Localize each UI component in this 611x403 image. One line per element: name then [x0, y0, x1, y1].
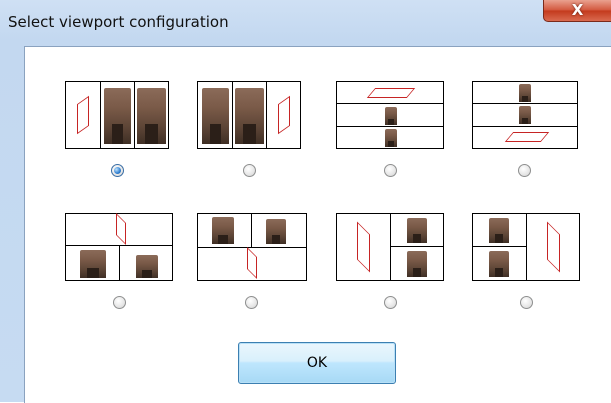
- building-thumbnail-icon: [80, 250, 106, 278]
- layout-option-1[interactable]: [65, 81, 169, 191]
- parallelogram-plane-icon: [357, 221, 370, 273]
- layout-preview: [197, 213, 307, 281]
- building-thumbnail-icon: [519, 84, 531, 102]
- parallelogram-plane-icon: [278, 95, 290, 135]
- parallelogram-plane-icon: [77, 95, 89, 135]
- layout-radio-8[interactable]: [520, 296, 533, 309]
- layout-option-3[interactable]: [336, 81, 444, 191]
- building-thumbnail-icon: [235, 88, 264, 144]
- building-thumbnail-icon: [104, 88, 131, 144]
- layout-radio-3[interactable]: [384, 164, 397, 177]
- close-icon: X: [571, 1, 584, 19]
- building-thumbnail-icon: [137, 88, 166, 144]
- layout-radio-6[interactable]: [245, 296, 258, 309]
- layout-radio-5[interactable]: [113, 296, 126, 309]
- building-thumbnail-icon: [385, 107, 397, 125]
- close-button[interactable]: X: [543, 0, 611, 22]
- layout-preview: [336, 213, 444, 281]
- building-thumbnail-icon: [266, 219, 286, 244]
- building-thumbnail-icon: [202, 88, 229, 144]
- building-thumbnail-icon: [407, 218, 427, 243]
- building-thumbnail-icon: [385, 129, 397, 147]
- building-thumbnail-icon: [519, 106, 531, 124]
- layout-preview: [65, 81, 169, 149]
- layout-radio-7[interactable]: [384, 296, 397, 309]
- layout-radio-1[interactable]: [111, 164, 124, 177]
- layout-preview: [336, 81, 444, 149]
- layout-radio-2[interactable]: [243, 164, 256, 177]
- parallelogram-plane-icon: [247, 247, 257, 279]
- layout-preview: [472, 81, 578, 149]
- building-thumbnail-icon: [489, 251, 509, 277]
- ok-button-label: OK: [306, 355, 328, 371]
- building-thumbnail-icon: [489, 218, 509, 243]
- parallelogram-plane-icon: [116, 213, 126, 245]
- ok-button[interactable]: OK: [238, 342, 396, 384]
- layout-option-7[interactable]: [336, 213, 444, 323]
- layout-preview: [472, 213, 580, 281]
- layout-option-4[interactable]: [472, 81, 578, 191]
- parallelogram-plane-icon: [366, 88, 416, 98]
- layout-preview: [197, 81, 301, 149]
- dialog-window: Select viewport configuration X OK: [0, 0, 611, 403]
- layout-radio-4[interactable]: [518, 164, 531, 177]
- parallelogram-plane-icon: [547, 221, 560, 273]
- dialog-title: Select viewport configuration: [8, 13, 229, 31]
- layout-option-8[interactable]: [472, 213, 580, 323]
- layout-option-6[interactable]: [197, 213, 307, 323]
- building-thumbnail-icon: [407, 251, 427, 277]
- parallelogram-plane-icon: [504, 132, 550, 142]
- building-thumbnail-icon: [212, 217, 234, 244]
- building-thumbnail-icon: [136, 255, 158, 278]
- layout-preview: [65, 213, 173, 281]
- layout-option-2[interactable]: [197, 81, 301, 191]
- layout-option-5[interactable]: [65, 213, 173, 323]
